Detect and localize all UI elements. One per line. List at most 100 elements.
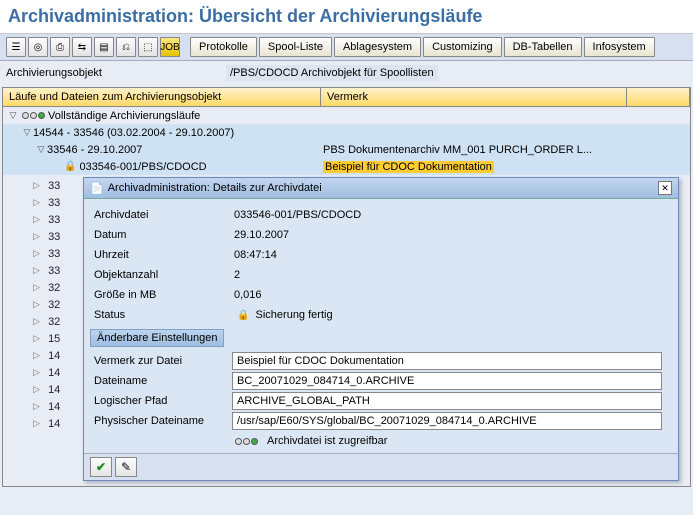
row-label: 32 bbox=[48, 282, 60, 294]
twisty-icon[interactable]: ▽ bbox=[7, 110, 19, 121]
btn-customizing[interactable]: Customizing bbox=[423, 37, 502, 57]
toolbar-icon-job[interactable]: JOB bbox=[160, 37, 180, 57]
lbl-vermerk: Vermerk zur Datei bbox=[92, 355, 232, 367]
close-icon[interactable]: ✕ bbox=[658, 181, 672, 195]
row-label: 33 bbox=[48, 180, 60, 192]
val-archivdatei: 033546-001/PBS/CDOCD bbox=[232, 209, 670, 221]
check-icon: ✔ bbox=[96, 460, 106, 474]
twisty-icon[interactable]: ▷ bbox=[33, 214, 45, 225]
dialog-status-text: Archivdatei ist zugreifbar bbox=[267, 435, 387, 447]
twisty-icon[interactable]: ▷ bbox=[33, 265, 45, 276]
row-label: 33 bbox=[48, 231, 60, 243]
row-label: 33 bbox=[48, 248, 60, 260]
row-label: 33 bbox=[48, 197, 60, 209]
vermerk-l3: Beispiel für CDOC Dokumentation bbox=[323, 158, 494, 175]
row-label: 14 bbox=[48, 401, 60, 413]
archiving-object-label: Archivierungsobjekt bbox=[6, 67, 222, 79]
archiving-object-value: /PBS/CDOCD Archivobjekt für Spoollisten bbox=[226, 65, 438, 81]
subhead-editable: Änderbare Einstellungen bbox=[90, 329, 224, 347]
lbl-pfad: Physischer Dateiname bbox=[92, 415, 232, 427]
input-logischer-pfad[interactable] bbox=[232, 392, 662, 410]
row-label: 14 bbox=[48, 350, 60, 362]
grid-header: Läufe und Dateien zum Archivierungsobjek… bbox=[2, 87, 691, 107]
twisty-icon[interactable]: ▷ bbox=[33, 367, 45, 378]
lbl-archivdatei: Archivdatei bbox=[92, 209, 232, 221]
toolbar-icon-6[interactable]: ⬚ bbox=[138, 37, 158, 57]
btn-db-tabellen[interactable]: DB-Tabellen bbox=[504, 37, 582, 57]
ok-button[interactable]: ✔ bbox=[90, 457, 112, 477]
btn-spool-liste[interactable]: Spool-Liste bbox=[259, 37, 332, 57]
archiving-object-row: Archivierungsobjekt /PBS/CDOCD Archivobj… bbox=[0, 61, 693, 85]
wrench-icon: ✎ bbox=[121, 460, 131, 474]
tree-level3[interactable]: 🔒 033546-001/PBS/CDOCD Beispiel für CDOC… bbox=[3, 158, 690, 175]
lbl-uhrzeit: Uhrzeit bbox=[92, 249, 232, 261]
row-label: 15 bbox=[48, 333, 60, 345]
row-label: 33 bbox=[48, 265, 60, 277]
btn-infosystem[interactable]: Infosystem bbox=[584, 37, 655, 57]
dialog-titlebar[interactable]: 📄 Archivadministration: Details zur Arch… bbox=[84, 178, 678, 199]
tree-level1[interactable]: ▽ 14544 - 33546 (03.02.2004 - 29.10.2007… bbox=[3, 124, 690, 141]
main-toolbar: ☰ ◎ ⎙ ⇆ ▤ ⎌ ⬚ JOB Protokolle Spool-Liste… bbox=[0, 34, 693, 61]
col-runs[interactable]: Läufe und Dateien zum Archivierungsobjek… bbox=[3, 88, 321, 106]
twisty-icon[interactable]: ▷ bbox=[33, 299, 45, 310]
lbl-dateiname: Dateiname bbox=[92, 375, 232, 387]
val-groesse: 0,016 bbox=[232, 289, 670, 301]
twisty-icon[interactable]: ▷ bbox=[33, 282, 45, 293]
detail-dialog: 📄 Archivadministration: Details zur Arch… bbox=[83, 177, 679, 481]
twisty-icon[interactable]: ▽ bbox=[21, 127, 33, 138]
input-dateiname[interactable] bbox=[232, 372, 662, 390]
form-icon: 📄 bbox=[90, 182, 104, 195]
dialog-title-text: Archivadministration: Details zur Archiv… bbox=[108, 182, 658, 194]
toolbar-icon-5[interactable]: ⎌ bbox=[116, 37, 136, 57]
btn-ablagesystem[interactable]: Ablagesystem bbox=[334, 37, 421, 57]
toolbar-icon-2[interactable]: ⎙ bbox=[50, 37, 70, 57]
col-vermerk[interactable]: Vermerk bbox=[321, 88, 627, 106]
twisty-icon[interactable]: ▷ bbox=[33, 197, 45, 208]
val-datum: 29.10.2007 bbox=[232, 229, 670, 241]
toolbar-icon-3[interactable]: ⇆ bbox=[72, 37, 92, 57]
lbl-lpfad: Logischer Pfad bbox=[92, 395, 232, 407]
lbl-status: Status bbox=[92, 309, 232, 321]
lock-icon: 🔒 bbox=[64, 161, 76, 172]
vermerk-l2: PBS Dokumentenarchiv MM_001 PURCH_ORDER … bbox=[323, 141, 592, 158]
tool-button[interactable]: ✎ bbox=[115, 457, 137, 477]
lbl-objektanzahl: Objektanzahl bbox=[92, 269, 232, 281]
twisty-icon[interactable]: ▷ bbox=[33, 418, 45, 429]
row-label: 14 bbox=[48, 367, 60, 379]
lock-icon: 🔒 bbox=[237, 310, 249, 321]
twisty-icon[interactable]: ▷ bbox=[33, 180, 45, 191]
row-label: 32 bbox=[48, 299, 60, 311]
twisty-icon[interactable]: ▷ bbox=[33, 248, 45, 259]
val-uhrzeit: 08:47:14 bbox=[232, 249, 670, 261]
btn-protokolle[interactable]: Protokolle bbox=[190, 37, 257, 57]
tree-level2[interactable]: ▽ 33546 - 29.10.2007 PBS Dokumentenarchi… bbox=[3, 141, 690, 158]
tree-root[interactable]: ▽ Vollständige Archivierungsläufe bbox=[3, 107, 690, 124]
row-label: 14 bbox=[48, 418, 60, 430]
input-vermerk[interactable] bbox=[232, 352, 662, 370]
lbl-datum: Datum bbox=[92, 229, 232, 241]
tree-l2-label: 33546 - 29.10.2007 bbox=[47, 144, 142, 156]
twisty-icon[interactable]: ▷ bbox=[33, 333, 45, 344]
input-physischer-pfad[interactable] bbox=[232, 412, 662, 430]
row-label: 14 bbox=[48, 384, 60, 396]
twisty-icon[interactable]: ▷ bbox=[33, 350, 45, 361]
tree-root-label: Vollständige Archivierungsläufe bbox=[48, 110, 200, 122]
toolbar-icon-4[interactable]: ▤ bbox=[94, 37, 114, 57]
tree-l3-label: 033546-001/PBS/CDOCD bbox=[79, 161, 206, 173]
page-title: Archivadministration: Übersicht der Arch… bbox=[0, 0, 693, 34]
twisty-icon[interactable]: ▽ bbox=[35, 144, 47, 155]
tree-l1-label: 14544 - 33546 (03.02.2004 - 29.10.2007) bbox=[33, 127, 234, 139]
toolbar-icon-1[interactable]: ◎ bbox=[28, 37, 48, 57]
twisty-icon[interactable]: ▷ bbox=[33, 231, 45, 242]
val-objektanzahl: 2 bbox=[232, 269, 670, 281]
col-extra[interactable] bbox=[627, 88, 690, 106]
row-label: 32 bbox=[48, 316, 60, 328]
toolbar-icon-0[interactable]: ☰ bbox=[6, 37, 26, 57]
traffic-light-icon bbox=[22, 112, 45, 119]
twisty-icon[interactable]: ▷ bbox=[33, 401, 45, 412]
twisty-icon[interactable]: ▷ bbox=[33, 316, 45, 327]
dialog-footer: ✔ ✎ bbox=[84, 453, 678, 480]
grid-body: ▽ Vollständige Archivierungsläufe ▽ 1454… bbox=[2, 107, 691, 487]
val-status: 🔒 Sicherung fertig bbox=[232, 309, 670, 321]
twisty-icon[interactable]: ▷ bbox=[33, 384, 45, 395]
